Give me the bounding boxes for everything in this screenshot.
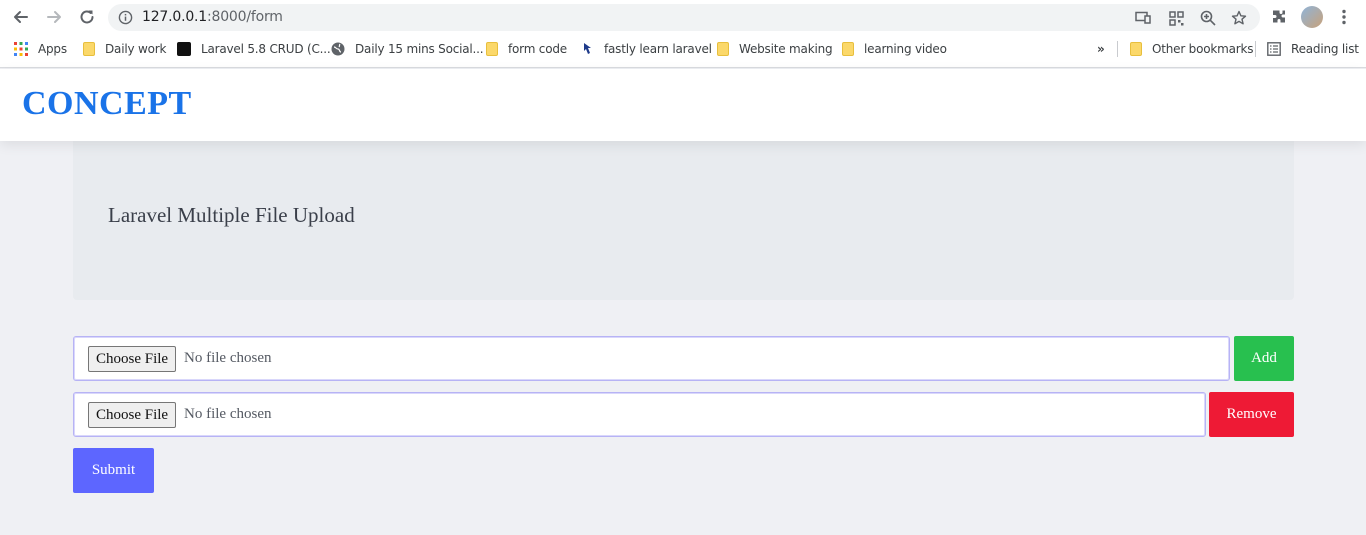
reading-list-button[interactable]: Reading list [1267, 40, 1359, 58]
url-path: :8000/form [207, 9, 283, 25]
bookmark-label: learning video [864, 42, 947, 56]
address-bar[interactable]: 127.0.0.1:8000/form [108, 4, 1260, 31]
reload-button[interactable] [75, 5, 99, 29]
pointer-icon [584, 43, 591, 54]
bookmark-label: Other bookmarks [1152, 42, 1254, 56]
reload-icon [80, 10, 94, 24]
url-text[interactable]: 127.0.0.1:8000/form [142, 9, 283, 25]
file-status-text: No file chosen [184, 406, 272, 422]
forward-button[interactable] [42, 5, 66, 29]
bookmark-laravel-crud[interactable]: Laravel 5.8 CRUD (C... [177, 40, 331, 58]
choose-file-button[interactable]: Choose File [88, 402, 177, 428]
file-input-row: Choose File No file chosen Add [73, 336, 1294, 381]
extensions-icon[interactable] [1268, 6, 1290, 28]
bookmark-website-making[interactable]: Website making [717, 40, 833, 58]
profile-avatar[interactable] [1301, 6, 1323, 28]
kebab-menu-icon[interactable] [1333, 6, 1355, 28]
file-input[interactable]: Choose File No file chosen [73, 336, 1230, 381]
bookmark-label: Daily work [105, 42, 167, 56]
qr-code-icon[interactable] [1167, 9, 1185, 27]
browser-toolbar: 127.0.0.1:8000/form [0, 0, 1366, 34]
bookmark-label: Laravel 5.8 CRUD (C... [201, 42, 331, 56]
bookmark-label: form code [508, 42, 567, 56]
bookmark-label: Website making [739, 42, 833, 56]
page-title: Laravel Multiple File Upload [108, 203, 355, 227]
zoom-icon[interactable] [1199, 9, 1217, 27]
bookmarks-divider [1255, 41, 1256, 57]
cast-icon[interactable] [1134, 9, 1152, 27]
bookmarks-bar: Apps Daily work Laravel 5.8 CRUD (C... D… [0, 36, 1366, 62]
bookmarks-divider [1117, 41, 1118, 57]
bookmark-learning-video[interactable]: learning video [842, 40, 947, 58]
brand-logo[interactable]: CONCEPT [22, 85, 192, 123]
info-icon[interactable] [118, 10, 133, 25]
globe-icon [331, 42, 345, 56]
bookmark-daily-social[interactable]: Daily 15 mins Social... [331, 40, 484, 58]
file-status-text: No file chosen [184, 350, 272, 366]
folder-icon [83, 42, 95, 56]
page-jumbotron: Laravel Multiple File Upload [73, 141, 1294, 300]
arrow-right-icon [47, 11, 61, 23]
remove-file-button[interactable]: Remove [1209, 392, 1294, 437]
folder-icon [717, 42, 729, 56]
bookmark-label: Daily 15 mins Social... [355, 42, 484, 56]
url-host: 127.0.0.1 [142, 9, 207, 25]
site-favicon [177, 42, 191, 56]
site-header: CONCEPT [0, 69, 1366, 141]
back-button[interactable] [9, 5, 33, 29]
overflow-label: » [1097, 42, 1105, 56]
browser-chrome: 127.0.0.1:8000/form Apps Daily work Lara… [0, 0, 1366, 68]
bookmark-apps[interactable]: Apps [14, 40, 67, 58]
bookmark-form-code[interactable]: form code [486, 40, 567, 58]
bookmark-fastly-learn-laravel[interactable]: fastly learn laravel [580, 40, 712, 58]
submit-button[interactable]: Submit [73, 448, 154, 493]
bookmark-label: fastly learn laravel [604, 42, 712, 56]
file-input-row: Choose File No file chosen Remove [73, 392, 1294, 437]
arrow-left-icon [14, 11, 28, 23]
folder-icon [842, 42, 854, 56]
reading-list-label: Reading list [1291, 42, 1359, 56]
bookmark-label: Apps [38, 42, 67, 56]
bookmark-other-bookmarks[interactable]: Other bookmarks [1130, 40, 1254, 58]
folder-icon [486, 42, 498, 56]
apps-grid-icon [14, 42, 28, 56]
file-input[interactable]: Choose File No file chosen [73, 392, 1206, 437]
bookmark-daily-work[interactable]: Daily work [83, 40, 166, 58]
bookmark-star-icon[interactable] [1230, 9, 1248, 27]
reading-list-icon [1267, 42, 1281, 56]
folder-icon [1130, 42, 1142, 56]
bookmarks-overflow-button[interactable]: » [1097, 40, 1105, 58]
choose-file-button[interactable]: Choose File [88, 346, 177, 372]
add-file-button[interactable]: Add [1234, 336, 1294, 381]
